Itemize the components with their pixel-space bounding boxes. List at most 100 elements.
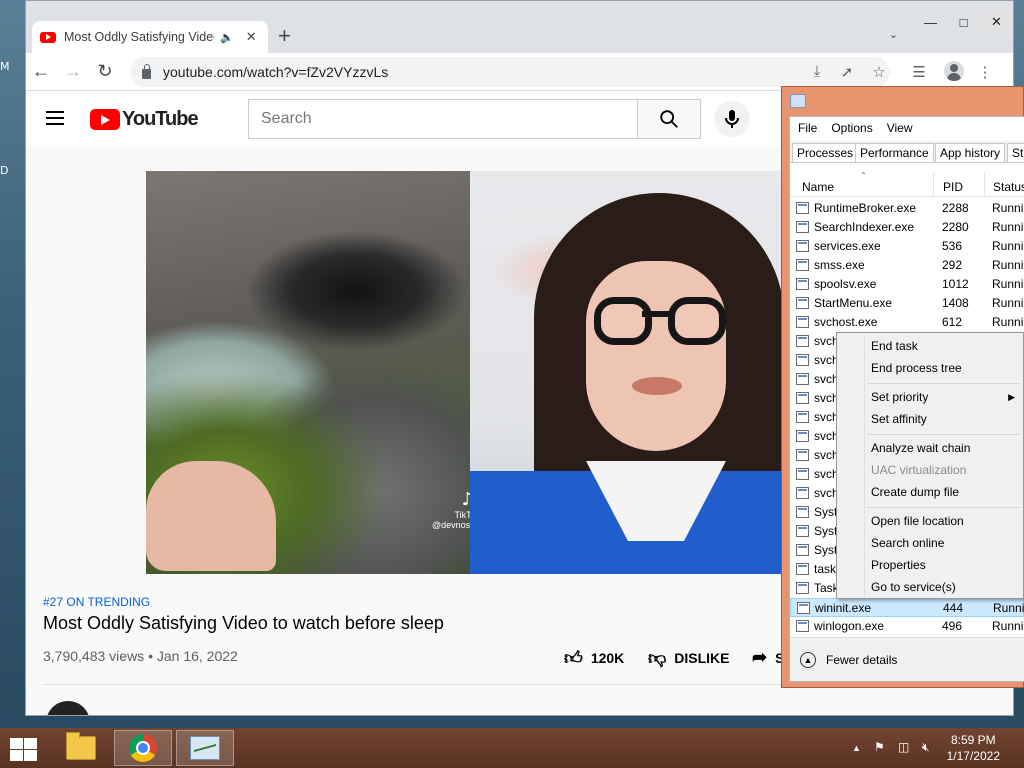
video-title: Most Oddly Satisfying Video to watch bef… <box>43 613 444 633</box>
process-pid: 612 <box>942 315 963 329</box>
tab-close-button[interactable]: ✕ <box>246 29 257 45</box>
task-manager-title-icon <box>790 94 806 108</box>
menu-file[interactable]: File <box>798 121 817 135</box>
menu-search-online[interactable]: Search online <box>871 536 944 550</box>
menu-properties[interactable]: Properties <box>871 558 926 572</box>
process-icon <box>796 563 809 575</box>
install-icon[interactable]: ⤓ <box>808 63 826 80</box>
maximize-button[interactable]: □ <box>947 10 980 34</box>
column-name[interactable]: Name <box>802 180 834 194</box>
task-manager-menubar: File Options View <box>790 117 1024 139</box>
chrome-icon <box>129 734 157 762</box>
bookmark-star-icon[interactable]: ☆ <box>870 63 888 81</box>
tab-search-chevron-icon[interactable]: ⌄ <box>889 28 898 41</box>
search-button[interactable] <box>637 99 701 139</box>
process-row[interactable]: StartMenu.exe 1408 Runni <box>790 294 1024 313</box>
process-row[interactable]: RuntimeBroker.exe 2288 Runni <box>790 199 1024 218</box>
process-pid: 1012 <box>942 277 969 291</box>
minimize-button[interactable]: — <box>914 10 947 34</box>
taskbar-task-manager[interactable] <box>176 730 234 766</box>
taskbar-chrome[interactable] <box>114 730 172 766</box>
menu-options[interactable]: Options <box>831 121 872 135</box>
menu-kebab-icon[interactable]: ⋮ <box>976 63 994 81</box>
column-status[interactable]: Status <box>993 180 1024 194</box>
process-icon <box>796 392 809 404</box>
process-pid: 292 <box>942 258 963 272</box>
process-icon <box>796 411 809 423</box>
process-status: Runni <box>992 315 1024 329</box>
volume-muted-icon[interactable]: 🔇︎ <box>922 740 930 755</box>
address-bar[interactable]: youtube.com/watch?v=fZv2VYzzvLs <box>130 57 890 87</box>
video-player[interactable]: ♪ TikTok @devnosbom230 <box>146 171 796 574</box>
forward-button[interactable]: → <box>62 61 84 81</box>
fewer-details-button[interactable]: ▲ Fewer details <box>800 652 897 668</box>
process-status: Runni <box>992 277 1024 291</box>
process-icon <box>796 297 809 309</box>
menu-go-to-services[interactable]: Go to service(s) <box>871 580 956 594</box>
voice-search-button[interactable] <box>714 101 750 137</box>
process-row[interactable]: svchost.exe 612 Runni <box>790 313 1024 332</box>
channel-avatar[interactable] <box>46 701 90 715</box>
process-row[interactable]: services.exe 536 Runni <box>790 237 1024 256</box>
process-icon <box>796 449 809 461</box>
action-center-flag-icon[interactable]: ⚑ <box>874 740 885 754</box>
taskbar-file-explorer[interactable] <box>52 730 110 766</box>
process-name: spoolsv.exe <box>814 277 877 291</box>
process-name: svch <box>814 486 839 500</box>
menu-end-process-tree[interactable]: End process tree <box>871 361 962 375</box>
process-pid: 2280 <box>942 220 969 234</box>
search-input[interactable]: Search <box>248 99 638 139</box>
youtube-logo[interactable]: YouTube <box>90 108 199 131</box>
process-status: Runni <box>992 619 1024 633</box>
trending-link[interactable]: #27 ON TRENDING <box>43 595 150 609</box>
microphone-icon <box>725 110 739 128</box>
tab-startup[interactable]: St <box>1007 143 1024 163</box>
start-button[interactable] <box>8 736 38 762</box>
share-icon[interactable]: ➚ <box>838 63 856 81</box>
process-table-header: ⌃ Name PID Status <box>790 171 1024 197</box>
tab-performance[interactable]: Performance <box>855 143 934 163</box>
new-tab-button[interactable]: + <box>278 25 291 47</box>
profile-avatar-icon[interactable] <box>944 61 964 81</box>
reload-button[interactable]: ↻ <box>94 61 116 81</box>
process-row[interactable]: SearchIndexer.exe 2280 Runni <box>790 218 1024 237</box>
fewer-details-label: Fewer details <box>826 653 898 667</box>
sort-ascending-icon: ⌃ <box>860 171 867 180</box>
show-hidden-icons-icon[interactable]: ▲ <box>852 743 861 753</box>
process-row[interactable]: winlogon.exe 496 Runni <box>790 617 1024 636</box>
menu-create-dump-file[interactable]: Create dump file <box>871 485 959 499</box>
system-clock[interactable]: 8:59 PM 1/17/2022 <box>947 732 1000 764</box>
process-icon <box>796 373 809 385</box>
process-row[interactable]: smss.exe 292 Runni <box>790 256 1024 275</box>
tab-processes[interactable]: Processes <box>792 143 859 163</box>
media-control-icon[interactable]: ☰ <box>910 63 928 81</box>
menu-view[interactable]: View <box>887 121 913 135</box>
dislike-button[interactable]: 👎︎ DISLIKE <box>648 647 730 669</box>
process-status: Runni <box>992 296 1024 310</box>
menu-analyze-wait-chain[interactable]: Analyze wait chain <box>871 441 970 455</box>
menu-set-affinity[interactable]: Set affinity <box>871 412 927 426</box>
share-button[interactable]: ➦ S <box>752 647 784 668</box>
column-pid[interactable]: PID <box>943 180 963 194</box>
share-arrow-icon: ➦ <box>752 647 768 667</box>
like-button[interactable]: 👍︎ 120K <box>564 647 624 669</box>
menu-set-priority[interactable]: Set priority <box>871 390 928 404</box>
tab-app-history[interactable]: App history <box>935 143 1006 163</box>
back-button[interactable]: ← <box>30 61 52 81</box>
menu-open-file-location[interactable]: Open file location <box>871 514 964 528</box>
url-text[interactable]: youtube.com/watch?v=fZv2VYzzvLs <box>163 64 388 80</box>
tab-title: Most Oddly Satisfying Video <box>64 30 214 44</box>
process-row[interactable]: wininit.exe 444 Runni <box>790 598 1024 617</box>
hamburger-menu-icon[interactable] <box>46 111 64 125</box>
search-icon <box>660 110 678 128</box>
process-row[interactable]: spoolsv.exe 1012 Runni <box>790 275 1024 294</box>
menu-end-task[interactable]: End task <box>871 339 918 353</box>
browser-tab[interactable]: Most Oddly Satisfying Video 🔈 ✕ <box>32 21 268 53</box>
network-icon[interactable]: ◫ <box>898 740 909 754</box>
video-glasses-left <box>594 297 652 345</box>
process-name: svch <box>814 448 839 462</box>
close-window-button[interactable]: ✕ <box>980 10 1013 34</box>
process-context-menu: End task End process tree Set priority ▶… <box>836 332 1024 599</box>
process-name: svch <box>814 353 839 367</box>
audio-playing-icon[interactable]: 🔈 <box>220 31 234 44</box>
